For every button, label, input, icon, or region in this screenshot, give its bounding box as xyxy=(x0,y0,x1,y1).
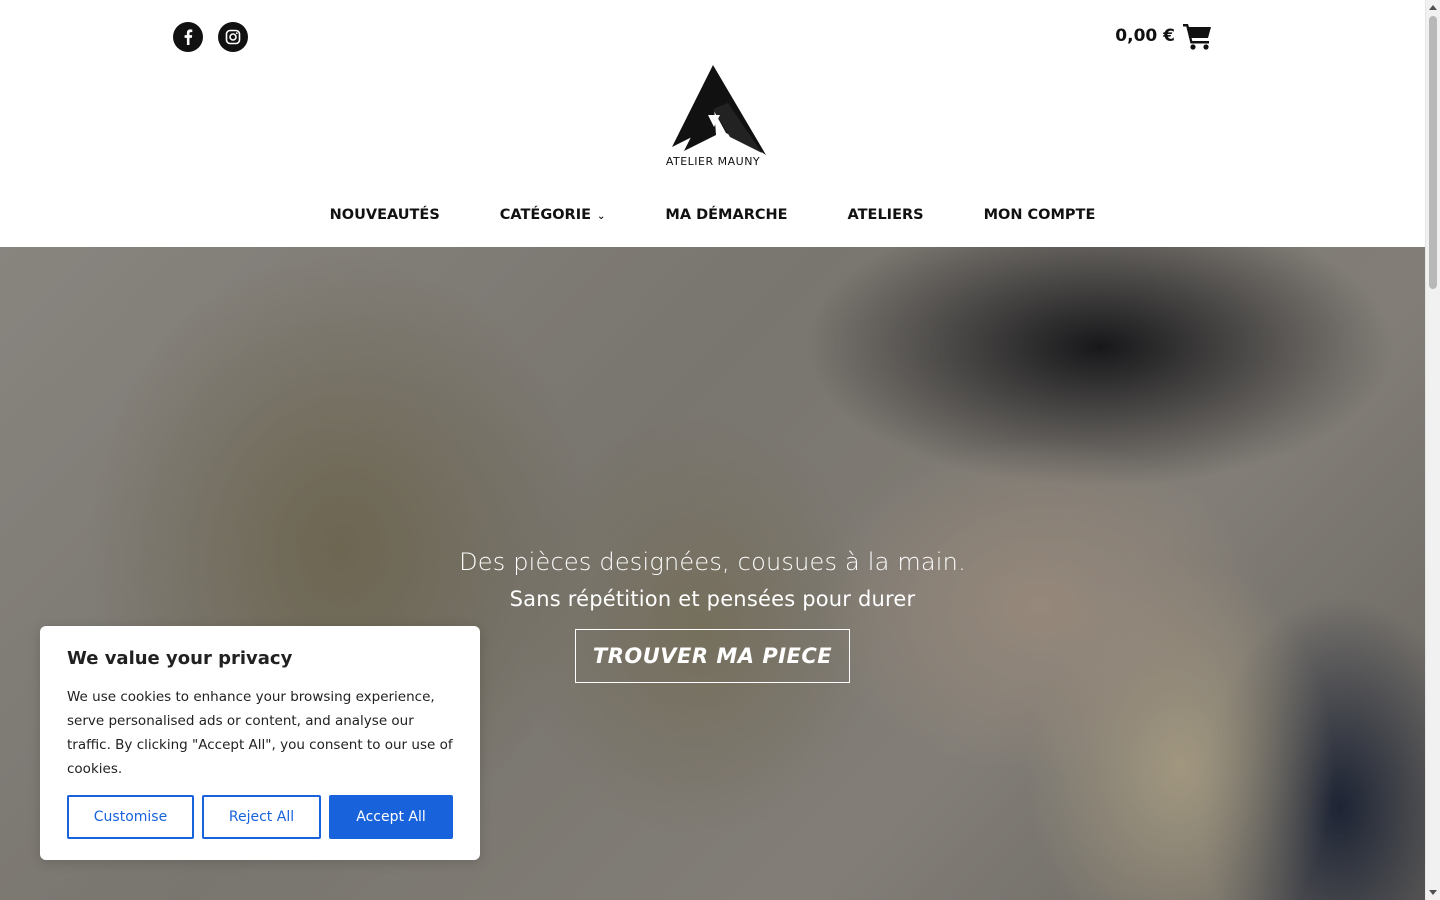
hero-headline: Des pièces designées, cousues à la main. xyxy=(459,548,966,576)
instagram-link[interactable] xyxy=(218,22,248,52)
hero-subheadline: Sans répétition et pensées pour durer xyxy=(509,587,916,611)
scroll-down-icon[interactable] xyxy=(1429,890,1437,895)
facebook-icon xyxy=(184,29,193,45)
nav-item-label: ATELIERS xyxy=(847,207,924,223)
scrollbar-thumb[interactable] xyxy=(1429,16,1437,289)
scroll-up-icon[interactable] xyxy=(1429,5,1437,10)
page-scrollbar[interactable] xyxy=(1425,0,1440,900)
logo-mark-icon xyxy=(672,65,766,155)
instagram-icon xyxy=(225,29,241,45)
nav-item-label: MON COMPTE xyxy=(983,207,1096,223)
facebook-link[interactable] xyxy=(173,22,203,52)
cookie-text: We use cookies to enhance your browsing … xyxy=(67,689,453,777)
nav-item-categorie[interactable]: CATÉGORIE ⌄ xyxy=(500,204,606,226)
reject-all-button[interactable]: Reject All xyxy=(202,795,321,839)
main-nav: NOUVEAUTÉS CATÉGORIE ⌄ MA DÉMARCHE ATELI… xyxy=(0,204,1425,226)
cookie-actions: Customise Reject All Accept All xyxy=(67,795,453,839)
nav-item-mon-compte[interactable]: MON COMPTE xyxy=(984,204,1096,226)
nav-item-ma-demarche[interactable]: MA DÉMARCHE xyxy=(665,204,787,226)
customise-button[interactable]: Customise xyxy=(67,795,194,839)
find-piece-button[interactable]: TROUVER MA PIECE xyxy=(574,629,851,683)
shopping-cart-icon xyxy=(1183,24,1211,50)
cookie-title: We value your privacy xyxy=(67,648,293,669)
chevron-down-icon: ⌄ xyxy=(597,210,606,222)
nav-item-ateliers[interactable]: ATELIERS xyxy=(848,204,924,226)
nav-item-label: NOUVEAUTÉS xyxy=(329,207,440,223)
nav-item-label: CATÉGORIE xyxy=(499,207,592,223)
cookie-consent-banner: We value your privacy We use cookies to … xyxy=(40,626,480,860)
site-logo[interactable]: ATELIER MAUNY xyxy=(658,63,768,171)
accept-all-button[interactable]: Accept All xyxy=(329,795,453,839)
cart-total: 0,00 € xyxy=(1115,26,1175,46)
logo-text: ATELIER MAUNY xyxy=(665,155,761,168)
site-header: 0,00 € ATELIER MAUNY NOUVEAUTÉS CATÉGORI… xyxy=(0,0,1425,247)
nav-item-label: MA DÉMARCHE xyxy=(665,207,788,223)
cart-link[interactable]: 0,00 € xyxy=(1115,22,1213,50)
nav-item-nouveautes[interactable]: NOUVEAUTÉS xyxy=(330,204,440,226)
social-links xyxy=(173,22,248,52)
